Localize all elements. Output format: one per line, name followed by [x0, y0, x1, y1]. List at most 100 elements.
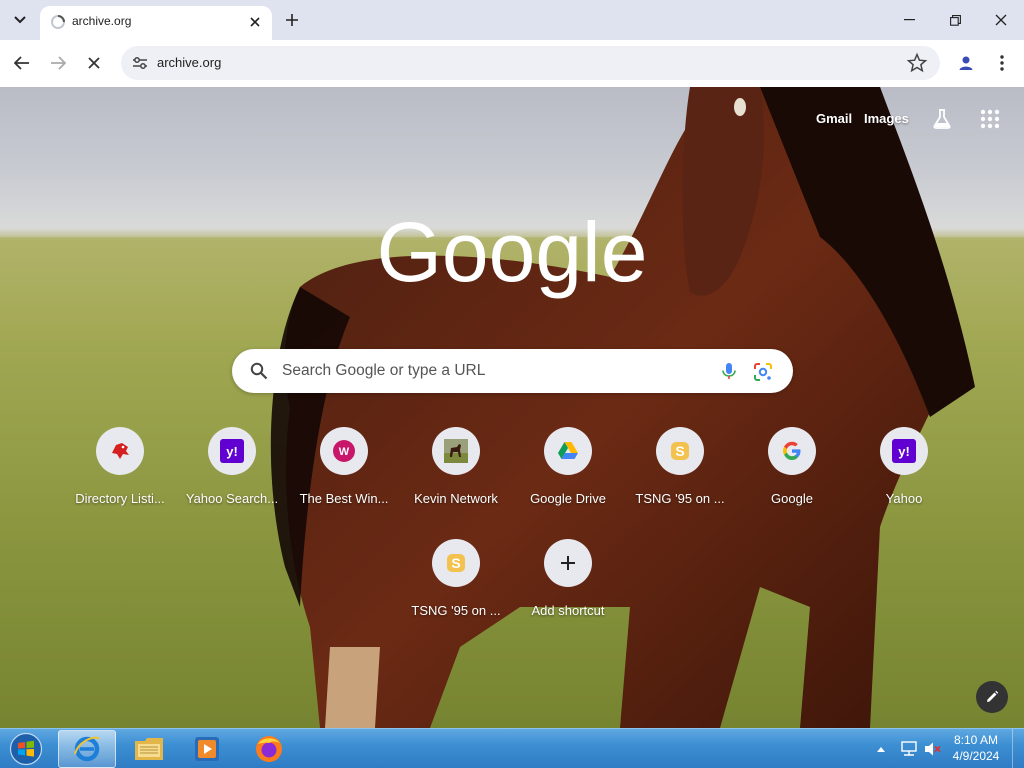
taskbar-firefox[interactable]: [240, 730, 298, 768]
images-link[interactable]: Images: [864, 111, 909, 126]
shortcut-label: Add shortcut: [531, 603, 605, 618]
volume-muted-icon[interactable]: [924, 741, 942, 757]
svg-text:y!: y!: [226, 444, 238, 459]
yahoo-icon: y!: [892, 439, 916, 463]
search-input[interactable]: [282, 359, 702, 383]
close-window-button[interactable]: [978, 6, 1024, 34]
clock-time: 8:10 AM: [953, 733, 999, 747]
svg-text:S: S: [675, 443, 684, 459]
arrow-left-icon: [14, 56, 29, 70]
taskbar-clock[interactable]: 8:10 AM 4/9/2024: [948, 732, 1004, 764]
minimize-icon: [903, 19, 915, 21]
forward-button[interactable]: [43, 48, 73, 78]
back-button[interactable]: [7, 48, 37, 78]
browser-toolbar: archive.org: [0, 40, 1024, 87]
google-lens-icon[interactable]: [752, 361, 774, 383]
shortcut-tile[interactable]: Directory Listi...: [64, 427, 176, 527]
media-player-icon: [195, 737, 219, 761]
shortcut-icon-circle: y!: [880, 427, 928, 475]
tune-icon: [133, 57, 147, 69]
add-shortcut-button[interactable]: Add shortcut: [512, 539, 624, 639]
tab-search-button[interactable]: [7, 8, 33, 32]
shortcut-tile[interactable]: W The Best Win...: [288, 427, 400, 527]
network-icon[interactable]: [900, 741, 918, 757]
new-tab-page: Gmail Images Google Search Google or typ…: [0, 87, 1024, 728]
yahoo-icon: y!: [220, 439, 244, 463]
shortcut-tile[interactable]: Google: [736, 427, 848, 527]
svg-text:W: W: [339, 446, 350, 458]
microphone-icon[interactable]: [719, 361, 739, 381]
arrow-right-icon: [51, 56, 66, 70]
minimize-button[interactable]: [886, 6, 932, 34]
apps-grid-icon[interactable]: [979, 108, 1001, 130]
bookmark-star-icon[interactable]: [906, 52, 928, 74]
windows-logo-icon: [9, 732, 43, 766]
shortcut-label: TSNG '95 on ...: [411, 603, 501, 618]
taskbar-media-player[interactable]: [178, 730, 236, 768]
search-icon: [250, 362, 268, 380]
plus-icon: [561, 556, 575, 570]
active-tab[interactable]: archive.org: [40, 6, 272, 40]
shortcut-icon-circle: [768, 427, 816, 475]
google-logo-text: Google: [377, 209, 648, 299]
close-icon: [995, 14, 1007, 26]
chevron-down-icon: [14, 16, 26, 24]
internet-explorer-icon: [74, 736, 100, 762]
gmail-link[interactable]: Gmail: [816, 111, 852, 126]
w-logo-icon: W: [333, 440, 355, 462]
shortcut-icon-circle: S: [656, 427, 704, 475]
shortcut-tile[interactable]: S TSNG '95 on ...: [400, 539, 512, 639]
shortcut-tile[interactable]: y! Yahoo: [848, 427, 960, 527]
shortcut-icon-circle: [544, 427, 592, 475]
new-tab-button[interactable]: [280, 8, 304, 32]
windows-taskbar: 8:10 AM 4/9/2024: [0, 728, 1024, 768]
shortcut-tile[interactable]: Google Drive: [512, 427, 624, 527]
loading-spinner-icon: [51, 15, 65, 29]
shortcut-tile[interactable]: y! Yahoo Search...: [176, 427, 288, 527]
search-box[interactable]: [232, 349, 793, 393]
customize-chrome-button[interactable]: [976, 681, 1008, 713]
shortcut-icon-circle: y!: [208, 427, 256, 475]
profile-button[interactable]: [954, 51, 978, 75]
svg-text:S: S: [451, 555, 460, 571]
site-info-button[interactable]: [129, 52, 151, 74]
shortcut-icon-circle: W: [320, 427, 368, 475]
google-logo: Google: [377, 209, 648, 299]
shortcut-icon-circle: [96, 427, 144, 475]
tsng-icon: S: [671, 442, 689, 460]
restore-button[interactable]: [932, 6, 978, 34]
stop-loading-button[interactable]: [79, 48, 109, 78]
svg-text:y!: y!: [898, 444, 910, 459]
shortcut-label: Google: [771, 491, 813, 506]
chrome-menu-button[interactable]: [990, 51, 1014, 75]
shortcut-label: The Best Win...: [299, 491, 389, 506]
google-drive-icon: [558, 442, 578, 459]
flask-icon[interactable]: [930, 107, 954, 131]
kevin-network-icon: [444, 439, 468, 463]
taskbar-internet-explorer[interactable]: [58, 730, 116, 768]
person-icon: [959, 56, 973, 70]
restore-icon: [949, 14, 961, 26]
address-bar[interactable]: archive.org: [121, 46, 940, 80]
shortcut-label: TSNG '95 on ...: [635, 491, 725, 506]
plus-icon: [286, 14, 298, 26]
tab-title: archive.org: [72, 14, 132, 28]
google-g-icon: [783, 441, 801, 460]
shortcut-label: Directory Listi...: [75, 491, 165, 506]
tab-close-button[interactable]: [246, 13, 264, 31]
tsng-icon: S: [447, 554, 465, 572]
shortcut-label: Google Drive: [530, 491, 606, 506]
tab-strip: archive.org: [0, 0, 1024, 40]
firefox-icon: [256, 736, 282, 762]
shortcut-tile[interactable]: Kevin Network: [400, 427, 512, 527]
red-bird-icon: [112, 443, 129, 459]
shortcut-icon-circle: [544, 539, 592, 587]
show-hidden-icons-icon[interactable]: [876, 745, 886, 753]
close-icon: [88, 57, 100, 69]
shortcut-tile[interactable]: S TSNG '95 on ...: [624, 427, 736, 527]
url-text[interactable]: archive.org: [157, 55, 221, 70]
start-button[interactable]: [4, 730, 48, 768]
show-desktop-button[interactable]: [1012, 729, 1024, 768]
close-icon: [250, 17, 260, 27]
taskbar-file-explorer[interactable]: [120, 730, 178, 768]
